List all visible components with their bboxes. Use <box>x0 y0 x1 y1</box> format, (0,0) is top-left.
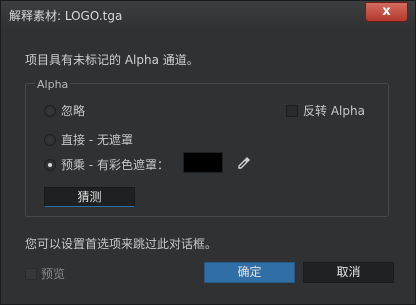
close-icon: x <box>382 4 391 19</box>
preview-box[interactable] <box>25 267 37 280</box>
close-button[interactable]: x <box>365 2 408 22</box>
ok-button[interactable]: 确定 <box>204 262 295 283</box>
radio-ignore-button[interactable] <box>44 104 56 117</box>
radio-straight-label: 直接 - 无遮罩 <box>61 133 133 147</box>
radio-premultiplied[interactable]: 预乘 - 有彩色遮罩： <box>44 156 169 173</box>
cancel-button[interactable]: 取消 <box>303 262 394 283</box>
preferences-hint: 您可以设置首选项来跳过此对话框。 <box>25 237 218 251</box>
radio-ignore[interactable]: 忽略 <box>44 102 85 119</box>
window-title: 解释素材: LOGO.tga <box>9 9 123 23</box>
invert-alpha-label: 反转 Alpha <box>303 104 365 118</box>
invert-alpha-checkbox[interactable]: 反转 Alpha <box>286 102 365 119</box>
radio-premultiplied-button[interactable] <box>44 158 56 171</box>
guess-button[interactable]: 猜测 <box>44 187 135 207</box>
eyedropper-button[interactable] <box>234 153 254 173</box>
matte-color-swatch[interactable] <box>183 152 223 173</box>
preview-label: 预览 <box>41 267 66 281</box>
alpha-group-title: Alpha <box>35 78 71 91</box>
eyedropper-icon <box>238 157 250 169</box>
title-bar[interactable]: 解释素材: LOGO.tga x <box>1 1 415 28</box>
radio-premultiplied-label: 预乘 - 有彩色遮罩： <box>61 158 169 172</box>
radio-ignore-label: 忽略 <box>61 104 86 118</box>
intro-text: 项目具有未标记的 Alpha 通道。 <box>25 53 199 67</box>
invert-alpha-box[interactable] <box>286 104 298 117</box>
preview-checkbox[interactable]: 预览 <box>25 265 65 282</box>
interpret-footage-dialog: 解释素材: LOGO.tga x 项目具有未标记的 Alpha 通道。 Alph… <box>0 0 416 305</box>
radio-straight[interactable]: 直接 - 无遮罩 <box>44 131 133 148</box>
radio-straight-button[interactable] <box>44 133 56 146</box>
